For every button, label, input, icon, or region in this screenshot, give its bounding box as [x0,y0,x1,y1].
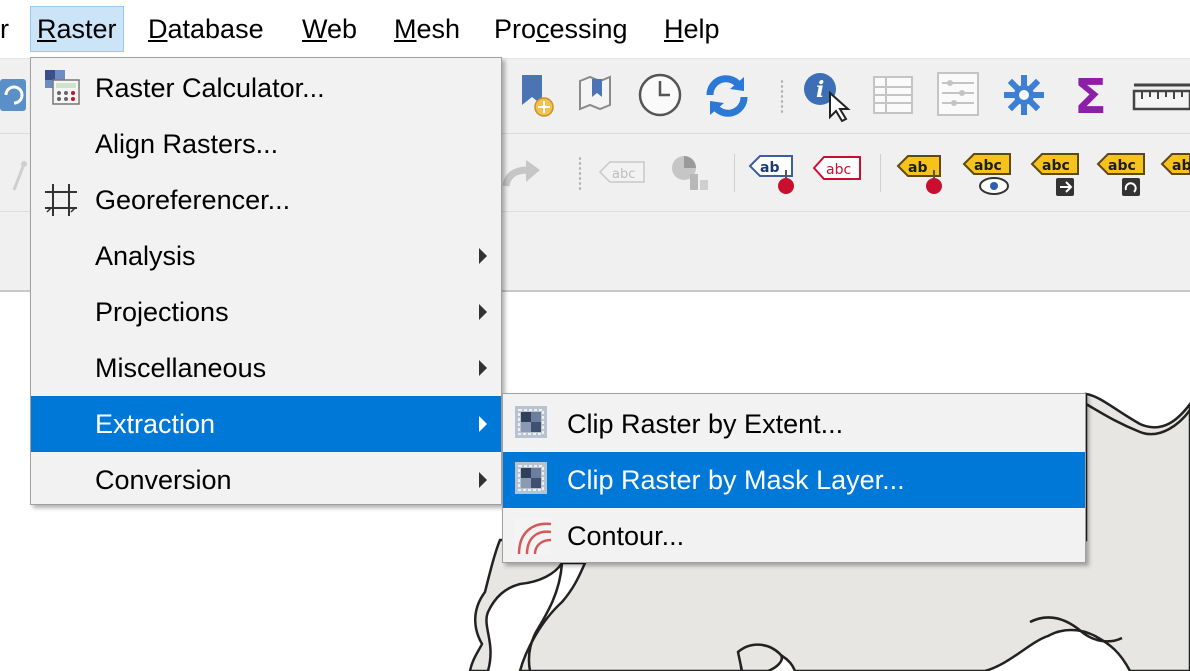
bookmark-new-icon[interactable] [518,73,558,119]
menu-item-align-rasters[interactable]: Align Rasters... [31,116,501,172]
menu-item-clip-raster-by-mask-layer[interactable]: Clip Raster by Mask Layer... [503,452,1085,508]
temporal-clock-icon[interactable] [636,71,684,119]
svg-text:ab: ab [1172,158,1190,174]
menu-bar: r Raster Database Web Mesh Processing He… [0,0,1190,59]
measure-ruler-icon[interactable] [1132,81,1190,113]
menu-database[interactable]: Database [142,6,270,52]
submenu-arrow-icon [479,416,487,432]
label-abc-red-icon[interactable]: abc [812,154,862,184]
menu-web[interactable]: Web [296,6,363,52]
georeferencer-icon [45,184,77,216]
diagram-pin-icon[interactable] [668,152,714,194]
menu-item-conversion[interactable]: Conversion [31,452,501,508]
label-pin-icon[interactable]: ab [748,150,800,196]
refresh-icon[interactable] [702,71,752,119]
svg-text:Σ: Σ [1074,71,1107,119]
svg-text:abc: abc [826,162,851,178]
statistics-sigma-icon[interactable]: Σ [1072,71,1112,119]
submenu-arrow-icon [479,304,487,320]
menu-item-extraction[interactable]: Extraction [31,396,501,452]
svg-text:ab: ab [908,160,927,176]
svg-text:abc: abc [974,158,1002,174]
menu-item-contour[interactable]: Contour... [503,508,1085,564]
label-abc-disabled-icon[interactable]: abc [598,158,646,186]
label-rotate-icon[interactable]: abc [1096,148,1148,200]
raster-menu: Raster Calculator... Align Rasters... Ge… [30,57,502,505]
svg-text:ab: ab [760,160,779,176]
contour-icon [515,518,552,555]
raster-calculator-icon [45,70,80,105]
clip-raster-mask-icon [515,462,547,494]
redo-arrow-icon[interactable] [502,158,542,192]
toolbar-separator [880,154,881,192]
toolbar-separator [734,154,735,192]
label-partial-icon[interactable]: ab [1160,148,1190,200]
menu-item-raster-calculator[interactable]: Raster Calculator... [31,60,501,116]
identify-features-icon[interactable]: i [800,69,856,123]
menu-mesh[interactable]: Mesh [388,6,466,52]
menu-item-clip-raster-by-extent[interactable]: Clip Raster by Extent... [503,396,1085,452]
menu-vector-partial[interactable]: r [0,6,15,52]
menu-item-miscellaneous[interactable]: Miscellaneous [31,340,501,396]
svg-text:abc: abc [1108,158,1136,174]
toolbar-grip[interactable] [578,156,582,192]
menu-processing[interactable]: Processing [488,6,634,52]
submenu-arrow-icon [479,248,487,264]
svg-text:i: i [816,77,824,103]
svg-text:abc: abc [1042,158,1070,174]
menu-item-georeferencer[interactable]: Georeferencer... [31,172,501,228]
submenu-arrow-icon [479,360,487,376]
menu-item-projections[interactable]: Projections [31,284,501,340]
bookmarks-icon[interactable] [576,73,616,117]
field-calculator-icon[interactable] [936,71,982,119]
menu-raster[interactable]: Raster [30,6,124,52]
attribute-table-icon[interactable] [872,75,916,117]
clip-raster-extent-icon [515,406,547,438]
submenu-arrow-icon [479,472,487,488]
label-show-hide-icon[interactable]: abc [962,148,1016,198]
refresh-partial-icon[interactable] [0,75,28,115]
extraction-submenu: Clip Raster by Extent... Clip Raster by … [502,393,1086,563]
label-change-icon[interactable]: abc [1030,148,1082,200]
digitize-line-partial-icon[interactable] [10,156,30,192]
svg-text:abc: abc [612,167,635,182]
toolbox-gear-icon[interactable] [1002,73,1046,117]
menu-help[interactable]: Help [658,6,726,52]
label-move-pin-icon[interactable]: ab [896,150,948,196]
menu-item-analysis[interactable]: Analysis [31,228,501,284]
toolbar-grip[interactable] [780,79,784,115]
